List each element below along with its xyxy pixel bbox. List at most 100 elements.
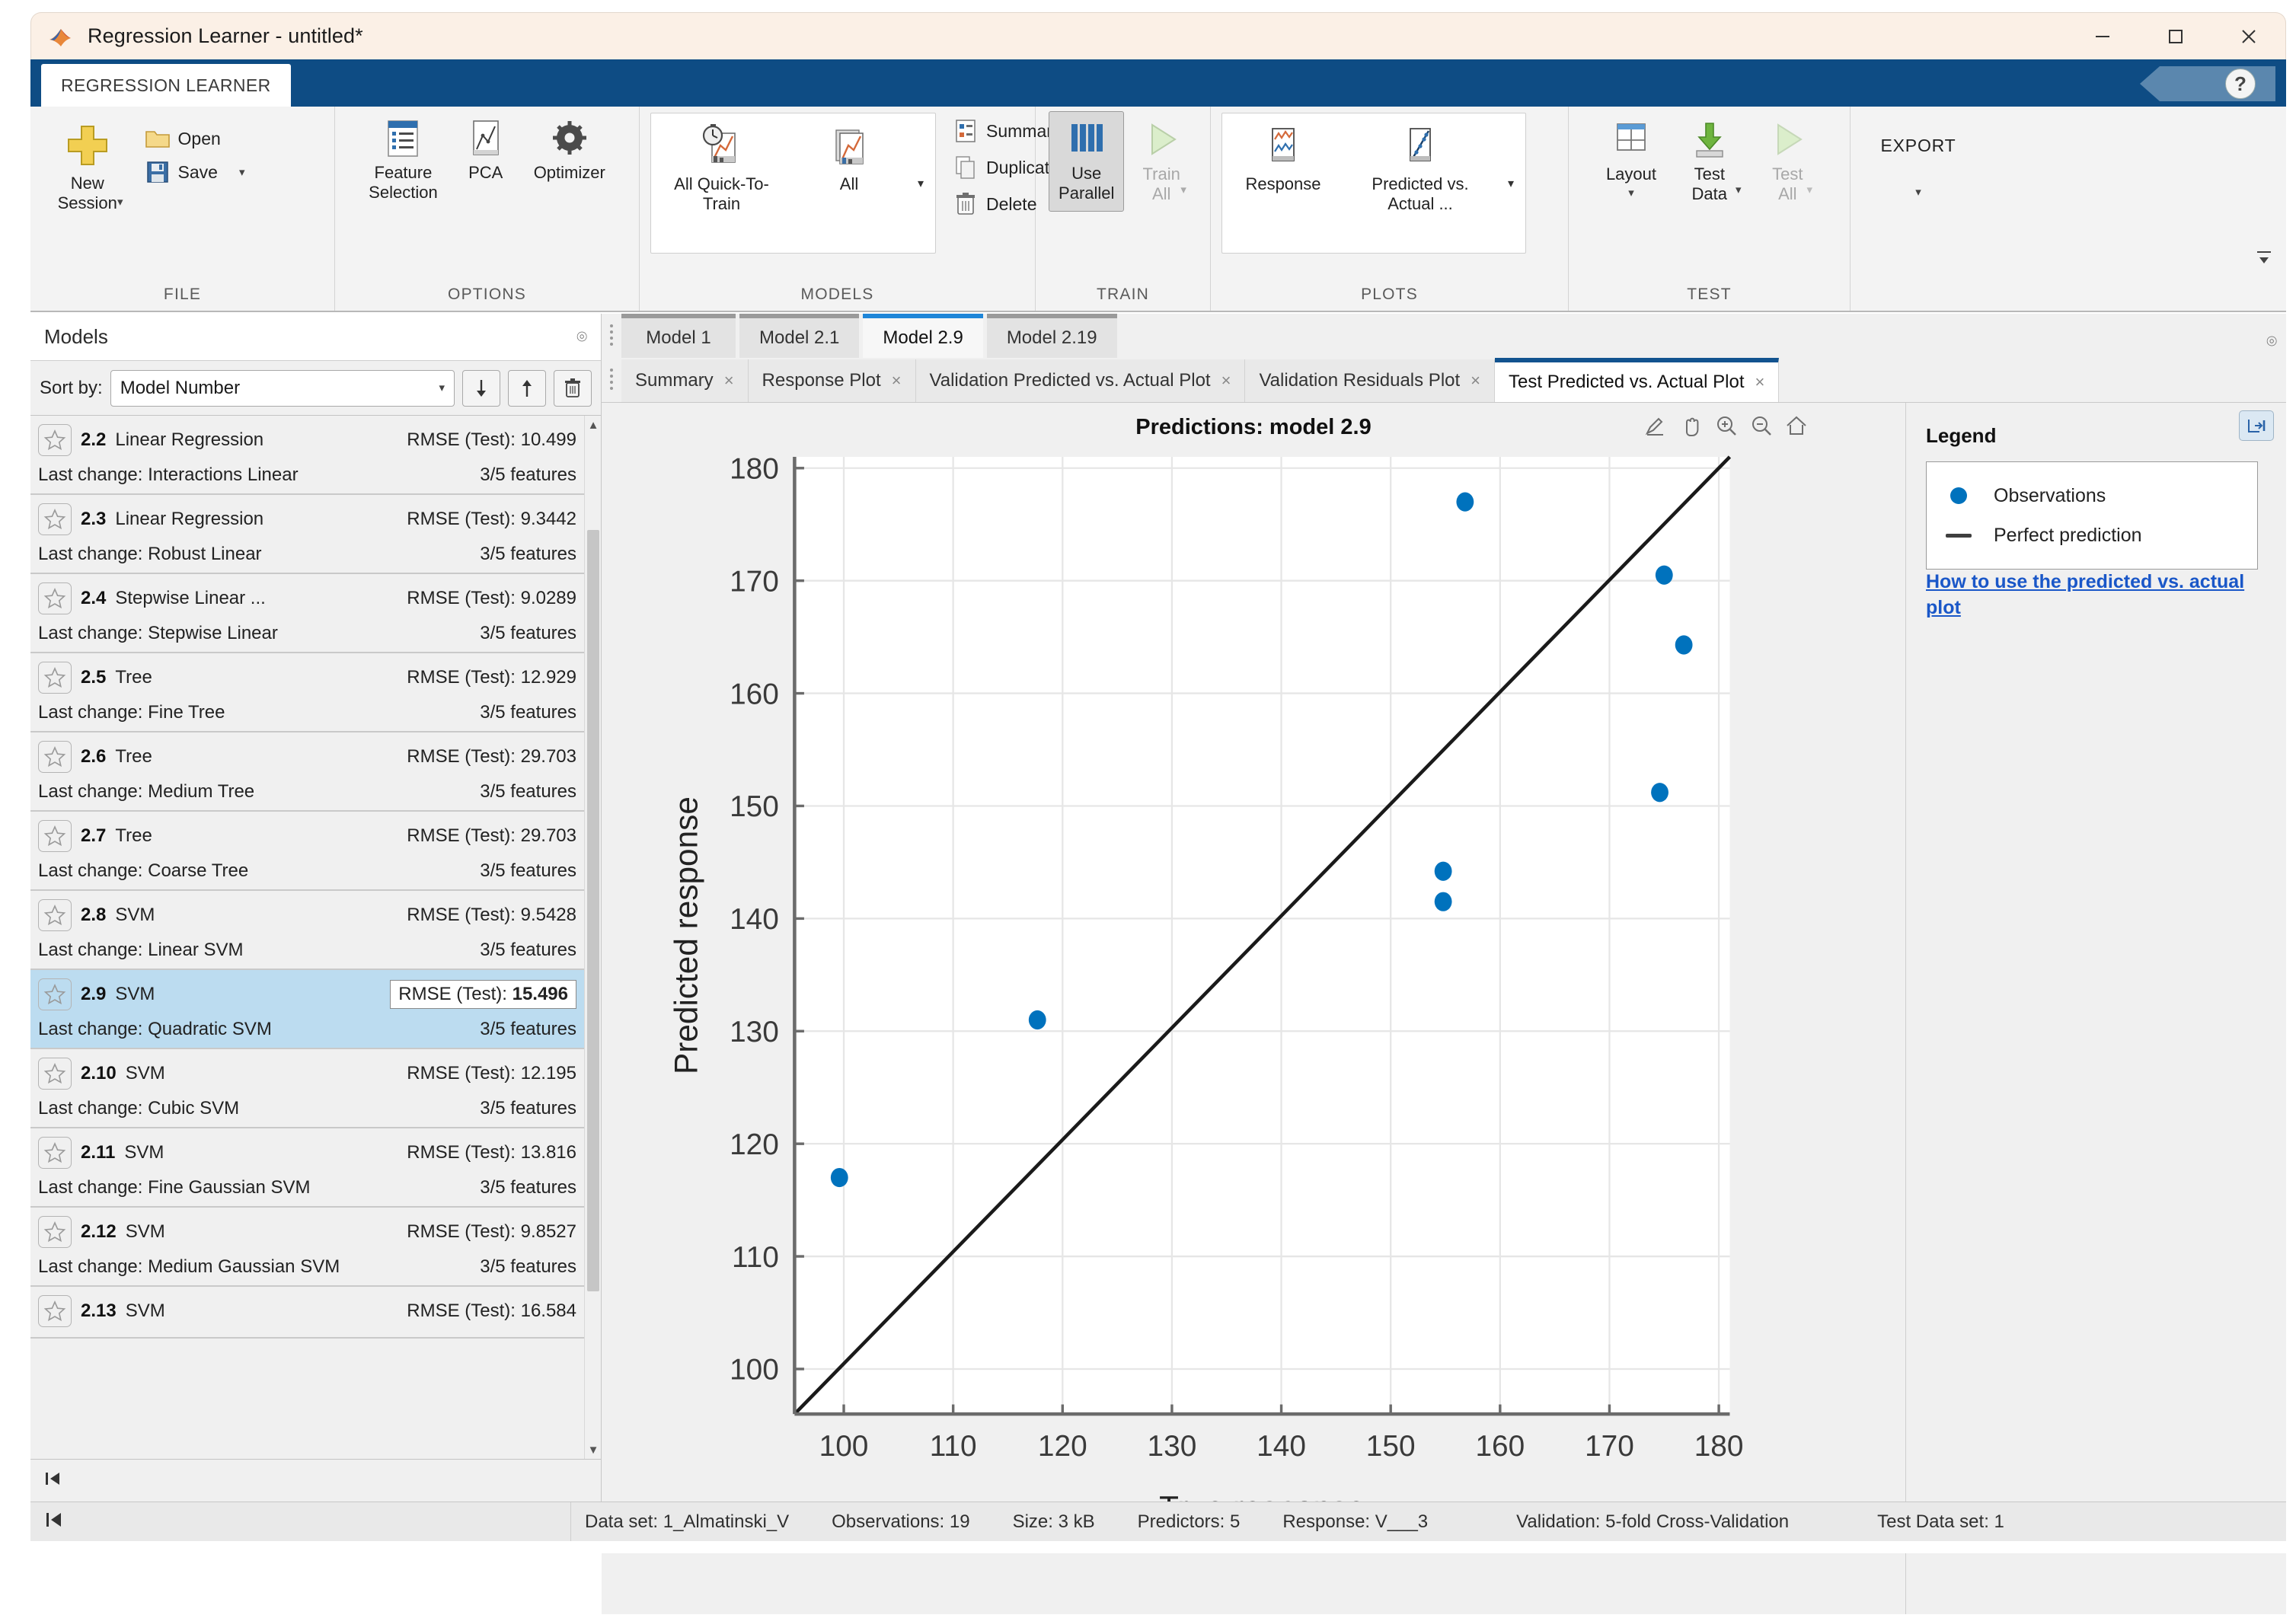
favorite-star-icon[interactable] xyxy=(38,424,72,456)
test-all-button[interactable]: Test All ▾ xyxy=(1752,111,1824,200)
plot-tab-close-icon[interactable]: × xyxy=(724,371,734,391)
export-button[interactable]: EXPORT ▾ xyxy=(1861,126,1975,203)
export-plot-icon[interactable] xyxy=(1643,413,1669,438)
chevron-down-icon[interactable]: ▾ xyxy=(117,196,123,208)
chevron-down-icon[interactable]: ▾ xyxy=(1736,184,1742,196)
favorite-star-icon[interactable] xyxy=(38,899,72,931)
sort-ascending-button[interactable] xyxy=(508,370,546,407)
data-point[interactable] xyxy=(1456,493,1474,512)
first-page-icon[interactable] xyxy=(43,1469,64,1492)
zoom-out-icon[interactable] xyxy=(1748,413,1774,438)
model-list-item[interactable]: 2.8SVMRMSE (Test): 9.5428Last change: Li… xyxy=(30,891,584,970)
scrollbar-thumb[interactable] xyxy=(587,530,599,1291)
model-list-item[interactable]: 2.3Linear RegressionRMSE (Test): 9.3442L… xyxy=(30,495,584,574)
model-list-item[interactable]: 2.2Linear RegressionRMSE (Test): 10.499L… xyxy=(30,416,584,495)
data-point[interactable] xyxy=(1656,566,1673,585)
predicted-vs-actual-plot-button[interactable]: Predicted vs. Actual ... xyxy=(1344,113,1496,219)
data-point[interactable] xyxy=(1435,862,1452,881)
plot-tab[interactable]: Response Plot× xyxy=(749,359,916,402)
data-point[interactable] xyxy=(831,1168,848,1187)
expand-panel-icon[interactable] xyxy=(2239,410,2274,441)
plot-tab[interactable]: Validation Predicted vs. Actual Plot× xyxy=(916,359,1246,402)
favorite-star-icon[interactable] xyxy=(38,1137,72,1169)
close-button[interactable] xyxy=(2212,13,2285,60)
favorite-star-icon[interactable] xyxy=(38,662,72,694)
model-tab[interactable]: Model 2.9 xyxy=(863,314,982,358)
all-models-button[interactable]: All xyxy=(792,113,906,199)
plot-tab[interactable]: Summary× xyxy=(621,359,749,402)
model-list-item[interactable]: 2.10SVMRMSE (Test): 12.195Last change: C… xyxy=(30,1049,584,1128)
chevron-down-icon[interactable]: ▾ xyxy=(1807,184,1813,196)
use-parallel-button[interactable]: Use Parallel xyxy=(1049,111,1124,212)
optimizer-button[interactable]: Optimizer xyxy=(523,114,616,187)
model-list-item[interactable]: 2.12SVMRMSE (Test): 9.8527Last change: M… xyxy=(30,1208,584,1287)
plot-tab-close-icon[interactable]: × xyxy=(1221,371,1231,391)
layout-button[interactable]: Layout ▾ xyxy=(1595,111,1667,203)
model-tab[interactable]: Model 2.1 xyxy=(739,314,859,358)
models-list-scrollbar[interactable]: ▲ ▼ xyxy=(584,416,601,1459)
favorite-star-icon[interactable] xyxy=(38,503,72,535)
ribbon-collapse-button[interactable] xyxy=(2251,245,2277,271)
favorite-star-icon[interactable] xyxy=(38,1216,72,1248)
pca-button[interactable]: PCA xyxy=(452,114,520,187)
zoom-in-icon[interactable] xyxy=(1713,413,1739,438)
favorite-star-icon[interactable] xyxy=(38,1058,72,1090)
sort-descending-button[interactable] xyxy=(462,370,500,407)
open-button[interactable]: Open xyxy=(139,122,251,155)
favorite-star-icon[interactable] xyxy=(38,741,72,773)
train-all-button[interactable]: Train All ▾ xyxy=(1126,111,1197,200)
data-point[interactable] xyxy=(1435,892,1452,911)
tabbar-gripper[interactable] xyxy=(606,314,617,356)
favorite-star-icon[interactable] xyxy=(38,978,72,1010)
save-button[interactable]: Save ▾ xyxy=(139,155,251,189)
model-gallery-expand-button[interactable]: ▾ xyxy=(906,113,935,253)
response-plot-button[interactable]: Response xyxy=(1222,113,1344,199)
model-list-item[interactable]: 2.9SVMRMSE (Test): 15.496Last change: Qu… xyxy=(30,970,584,1049)
scroll-down-arrow-icon[interactable]: ▼ xyxy=(585,1441,601,1459)
pan-icon[interactable] xyxy=(1678,413,1704,438)
model-tab[interactable]: Model 2.19 xyxy=(987,314,1117,358)
status-first-page-icon[interactable] xyxy=(43,1509,65,1534)
data-point[interactable] xyxy=(1651,783,1669,802)
model-list-item[interactable]: 2.5TreeRMSE (Test): 12.929Last change: F… xyxy=(30,653,584,732)
plot-tab-close-icon[interactable]: × xyxy=(1471,371,1480,391)
test-data-button[interactable]: Test Data ▾ xyxy=(1667,111,1752,200)
restore-view-icon[interactable] xyxy=(1783,413,1809,438)
chevron-down-icon[interactable]: ▾ xyxy=(239,167,245,178)
new-session-button[interactable]: New Session ▾ xyxy=(41,117,134,212)
plot-gallery-expand-button[interactable]: ▾ xyxy=(1496,113,1525,253)
chevron-down-icon[interactable]: ▾ xyxy=(1915,187,1921,198)
data-point[interactable] xyxy=(1029,1010,1046,1029)
plot-tab[interactable]: Validation Residuals Plot× xyxy=(1245,359,1495,402)
help-button[interactable]: ? xyxy=(2140,66,2275,101)
plot-tab-close-icon[interactable]: × xyxy=(1755,372,1765,392)
legend-entry-observations[interactable]: Observations xyxy=(1943,476,2240,515)
feature-selection-button[interactable]: Feature Selection xyxy=(358,114,449,207)
scroll-up-arrow-icon[interactable]: ▲ xyxy=(585,416,601,434)
chevron-down-icon[interactable]: ▾ xyxy=(1180,184,1186,196)
model-list-item[interactable]: 2.11SVMRMSE (Test): 13.816Last change: F… xyxy=(30,1128,584,1208)
minimize-button[interactable] xyxy=(2066,13,2139,60)
all-quick-to-train-button[interactable]: All Quick-To- Train xyxy=(651,113,792,219)
chevron-down-icon[interactable]: ▾ xyxy=(1628,187,1634,199)
model-tab[interactable]: Model 1 xyxy=(621,314,736,358)
model-list-item[interactable]: 2.6TreeRMSE (Test): 29.703Last change: M… xyxy=(30,732,584,812)
favorite-star-icon[interactable] xyxy=(38,820,72,852)
models-list[interactable]: 2.2Linear RegressionRMSE (Test): 10.499L… xyxy=(30,416,601,1459)
document-area-close-icon[interactable]: ⌾ xyxy=(2266,331,2277,352)
model-list-item[interactable]: 2.13SVMRMSE (Test): 16.584 xyxy=(30,1287,584,1339)
favorite-star-icon[interactable] xyxy=(38,582,72,614)
maximize-button[interactable] xyxy=(2139,13,2212,60)
favorite-star-icon[interactable] xyxy=(38,1295,72,1327)
models-panel-close-icon[interactable]: ⌾ xyxy=(576,327,587,347)
model-list-item[interactable]: 2.7TreeRMSE (Test): 29.703Last change: C… xyxy=(30,812,584,891)
subtabbar-gripper[interactable] xyxy=(606,358,617,401)
data-point[interactable] xyxy=(1675,635,1693,654)
tab-regression-learner[interactable]: REGRESSION LEARNER xyxy=(41,64,291,107)
delete-model-button[interactable] xyxy=(554,370,592,407)
plot-tab[interactable]: Test Predicted vs. Actual Plot× xyxy=(1495,358,1779,402)
legend-entry-perfect-prediction[interactable]: Perfect prediction xyxy=(1943,515,2240,555)
sort-by-select[interactable]: Model Number ▾ xyxy=(110,370,455,407)
how-to-use-plot-link[interactable]: How to use the predicted vs. actual plot xyxy=(1926,571,2244,618)
model-list-item[interactable]: 2.4Stepwise Linear ...RMSE (Test): 9.028… xyxy=(30,574,584,653)
